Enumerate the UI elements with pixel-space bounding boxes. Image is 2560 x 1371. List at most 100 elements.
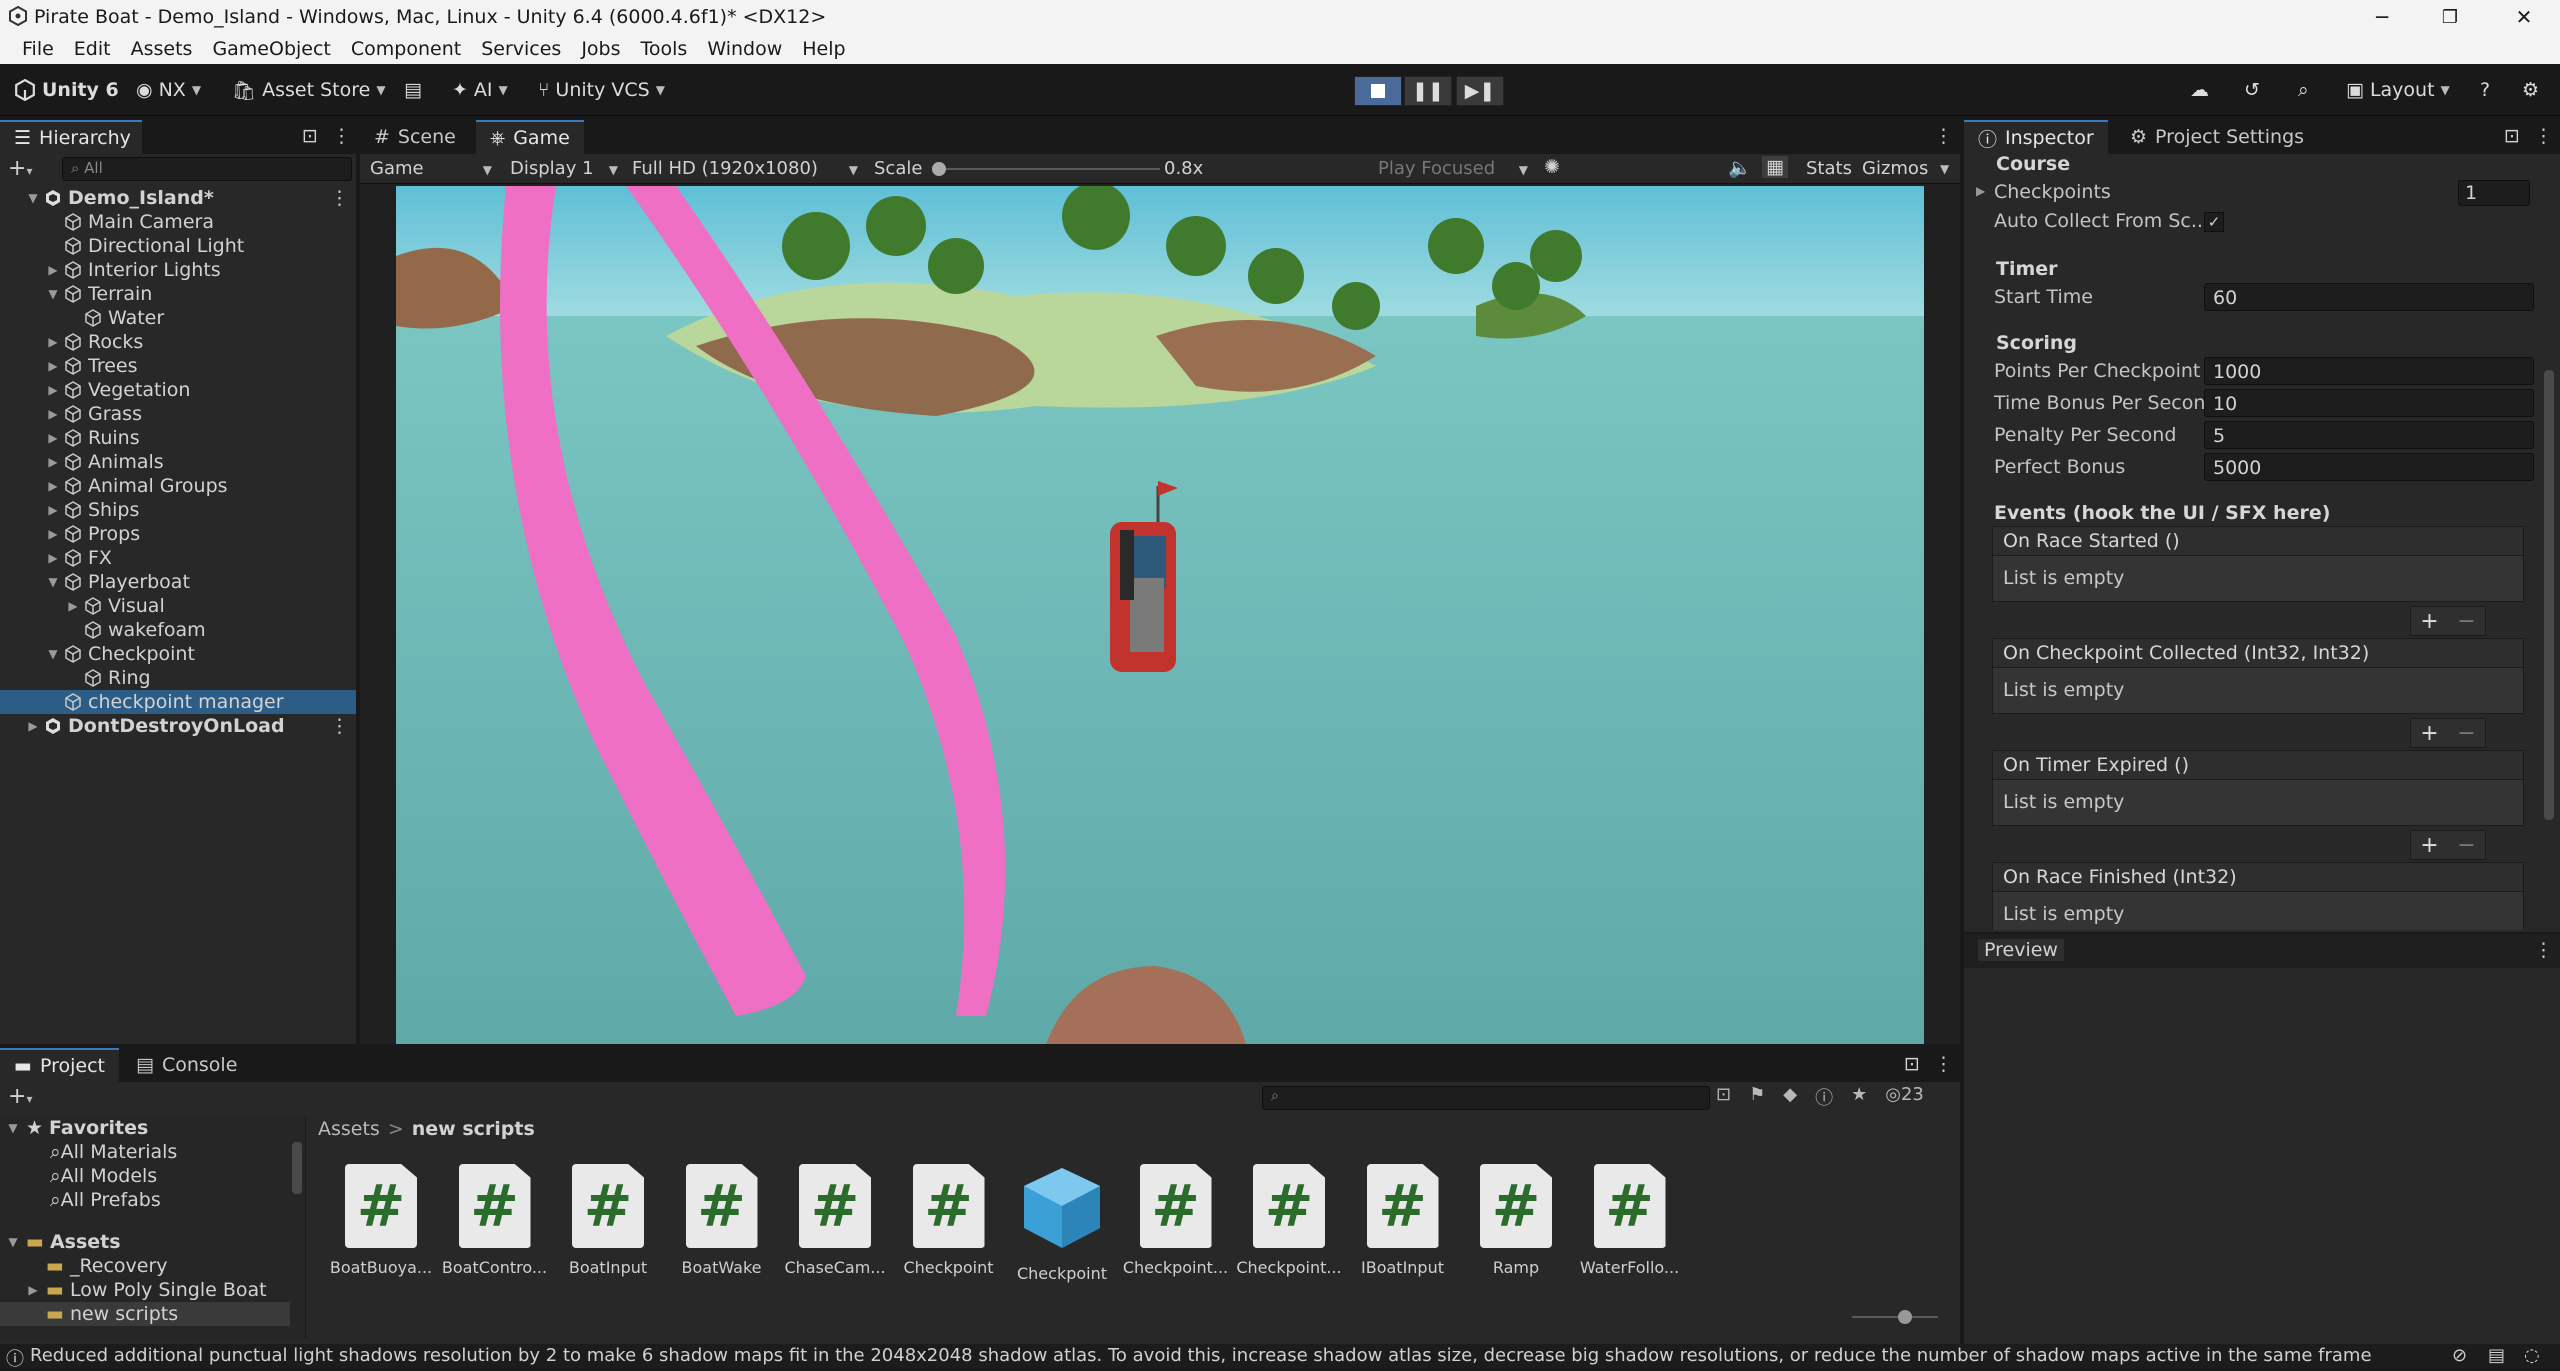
- script-asset[interactable]: # BoatWake: [667, 1164, 777, 1277]
- remove-button[interactable]: −: [2457, 609, 2475, 634]
- chevron-down-icon[interactable]: ▼: [46, 575, 60, 589]
- eye-icon[interactable]: ◎23: [1885, 1084, 1924, 1110]
- script-asset[interactable]: # WaterFollo...: [1575, 1164, 1685, 1277]
- script-asset[interactable]: # BoatBuoya...: [326, 1164, 436, 1277]
- menu-edit[interactable]: Edit: [64, 38, 121, 60]
- menu-file[interactable]: File: [12, 38, 64, 60]
- kebab-menu-icon[interactable]: ⋮: [332, 125, 351, 147]
- chevron-right-icon[interactable]: ▶: [46, 455, 60, 469]
- progress-icon[interactable]: ◌: [2524, 1345, 2540, 1366]
- hierarchy-row[interactable]: ▼ Checkpoint: [0, 642, 356, 666]
- menu-window[interactable]: Window: [697, 38, 792, 60]
- hierarchy-row[interactable]: ▼ Terrain: [0, 282, 356, 306]
- lock-icon[interactable]: ⊡: [302, 125, 318, 147]
- hierarchy-row[interactable]: ▶ Animals: [0, 450, 356, 474]
- lock-icon[interactable]: ⊡: [1904, 1053, 1920, 1075]
- menu-component[interactable]: Component: [341, 38, 471, 60]
- project-search-input[interactable]: ⌕: [1262, 1086, 1710, 1110]
- chevron-down-icon[interactable]: ▼: [46, 647, 60, 661]
- chevron-right-icon[interactable]: ▶: [46, 263, 60, 277]
- tab-hierarchy[interactable]: ☰ Hierarchy: [0, 120, 142, 154]
- unity-brand[interactable]: Unity 6: [14, 74, 119, 106]
- chevron-right-icon[interactable]: ▶: [46, 335, 60, 349]
- chevron-down-icon[interactable]: ▼: [46, 287, 60, 301]
- favorite-item[interactable]: ⌕ All Models: [50, 1164, 157, 1188]
- inspector-scrollbar[interactable]: [2544, 160, 2554, 820]
- script-asset[interactable]: # BoatContro...: [440, 1164, 550, 1277]
- favorites-row[interactable]: ▼ ★ Favorites: [6, 1116, 148, 1140]
- stats-toggle[interactable]: Stats: [1806, 158, 1852, 179]
- favorite-item[interactable]: ⌕ All Materials: [50, 1140, 177, 1164]
- chevron-right-icon[interactable]: ▶: [46, 431, 60, 445]
- hierarchy-row[interactable]: Water: [0, 306, 356, 330]
- tag-icon[interactable]: ◆: [1783, 1084, 1797, 1110]
- ai-dropdown[interactable]: ✦ AI ▼: [452, 74, 508, 106]
- gizmos-toggle[interactable]: Gizmos: [1862, 158, 1928, 179]
- tab-inspector[interactable]: ⓘ Inspector: [1964, 120, 2108, 154]
- game-viewport[interactable]: [396, 186, 1924, 1044]
- add-button[interactable]: +: [2420, 609, 2438, 634]
- kebab-menu-icon[interactable]: ⋮: [2534, 125, 2553, 147]
- hierarchy-scene-row[interactable]: ▼ Demo_Island* ⋮: [0, 186, 356, 210]
- chevron-right-icon[interactable]: ▶: [46, 383, 60, 397]
- cloud-button[interactable]: ☁: [2190, 74, 2209, 106]
- folder-item[interactable]: ▬ _Recovery: [46, 1254, 168, 1278]
- script-asset[interactable]: # Ramp: [1461, 1164, 1571, 1277]
- filter-type-icon[interactable]: ⚑: [1749, 1084, 1765, 1110]
- scale-slider[interactable]: [932, 162, 1160, 176]
- script-asset[interactable]: # Checkpoint...: [1121, 1164, 1231, 1277]
- kebab-menu-icon[interactable]: ⋮: [2534, 939, 2553, 961]
- hierarchy-row[interactable]: ▶ Vegetation: [0, 378, 356, 402]
- game-mode-dropdown[interactable]: Game ▼: [366, 156, 496, 182]
- slider-handle[interactable]: [1898, 1310, 1912, 1324]
- chevron-down-icon[interactable]: ▼: [26, 191, 40, 205]
- create-button[interactable]: +▾: [8, 1084, 32, 1109]
- chevron-right-icon[interactable]: ▶: [46, 479, 60, 493]
- hierarchy-search-input[interactable]: ⌕ All: [62, 157, 352, 181]
- menu-assets[interactable]: Assets: [121, 38, 203, 60]
- tab-project[interactable]: ▬ Project: [0, 1048, 119, 1082]
- stop-button[interactable]: [1354, 76, 1402, 106]
- hierarchy-row[interactable]: Main Camera: [0, 210, 356, 234]
- close-button[interactable]: ✕: [2494, 0, 2554, 34]
- favorite-item[interactable]: ⌕ All Prefabs: [50, 1188, 161, 1212]
- script-asset[interactable]: # Checkpoint...: [1234, 1164, 1344, 1277]
- mute-icon[interactable]: ⊘: [2452, 1345, 2467, 1366]
- maximize-button[interactable]: ❐: [2420, 0, 2480, 34]
- penalty-field[interactable]: 5: [2204, 421, 2534, 449]
- remove-button[interactable]: −: [2457, 721, 2475, 746]
- checkpoints-count-field[interactable]: 1: [2458, 180, 2530, 206]
- search-type-icon[interactable]: ⊡: [1716, 1084, 1731, 1110]
- kebab-menu-icon[interactable]: ⋮: [330, 715, 349, 737]
- kebab-menu-icon[interactable]: ⋮: [330, 187, 349, 209]
- status-message[interactable]: Reduced additional punctual light shadow…: [30, 1345, 2372, 1366]
- display-dropdown[interactable]: Display 1 ▼: [506, 156, 622, 182]
- bug-icon[interactable]: ✺: [1544, 156, 1560, 178]
- kebab-menu-icon[interactable]: ⋮: [1934, 125, 1953, 147]
- slider-handle[interactable]: [932, 162, 946, 176]
- hierarchy-row[interactable]: wakefoam: [0, 618, 356, 642]
- hierarchy-row[interactable]: Ring: [0, 666, 356, 690]
- chevron-right-icon[interactable]: ▶: [46, 407, 60, 421]
- chevron-right-icon[interactable]: ▶: [46, 359, 60, 373]
- scrollbar-thumb[interactable]: [292, 1142, 302, 1194]
- star-icon[interactable]: ★: [1851, 1084, 1867, 1110]
- menu-tools[interactable]: Tools: [631, 38, 698, 60]
- breadcrumb-root[interactable]: Assets: [318, 1118, 380, 1140]
- chevron-right-icon[interactable]: ▶: [26, 719, 40, 733]
- folder-item-selected[interactable]: ▬ new scripts: [0, 1302, 290, 1326]
- chevron-right-icon[interactable]: ▶: [66, 599, 80, 613]
- search-button[interactable]: ⌕: [2298, 74, 2309, 106]
- chevron-down-icon[interactable]: ▼: [1940, 162, 1949, 176]
- prefab-asset[interactable]: Checkpoint: [1007, 1164, 1117, 1283]
- hierarchy-row[interactable]: ▶ Visual: [0, 594, 356, 618]
- hierarchy-scene-row[interactable]: ▶ DontDestroyOnLoad ⋮: [0, 714, 356, 738]
- settings-button[interactable]: ⚙: [2522, 74, 2539, 106]
- step-button[interactable]: ▶❚: [1456, 76, 1504, 106]
- chevron-right-icon[interactable]: ▶: [46, 503, 60, 517]
- points-per-checkpoint-field[interactable]: 1000: [2204, 357, 2534, 385]
- cache-icon[interactable]: ▤: [2488, 1345, 2505, 1366]
- hierarchy-row[interactable]: checkpoint manager: [0, 690, 356, 714]
- hierarchy-row[interactable]: ▶ Animal Groups: [0, 474, 356, 498]
- hierarchy-row[interactable]: Directional Light: [0, 234, 356, 258]
